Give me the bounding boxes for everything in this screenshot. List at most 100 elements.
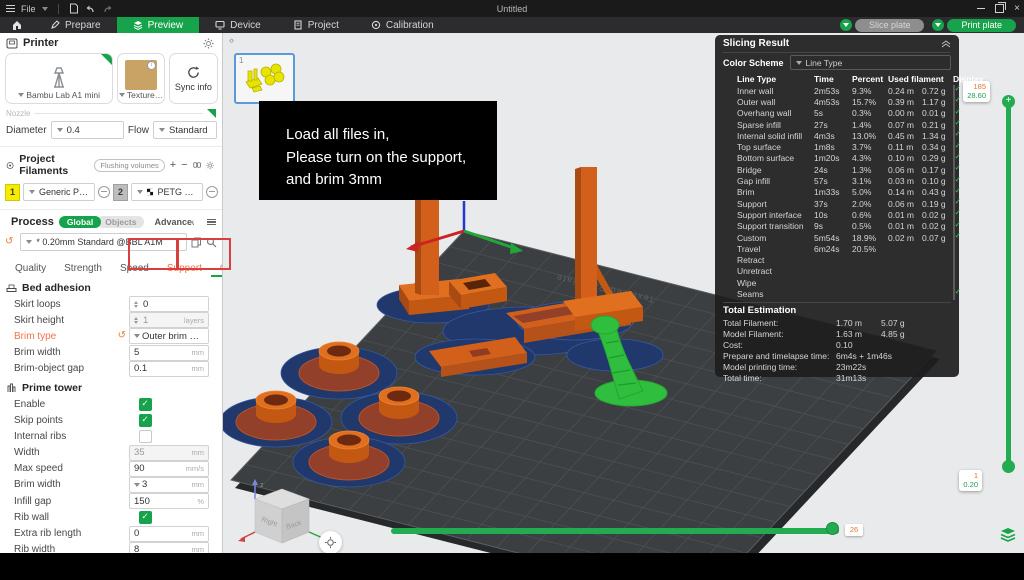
line-type-time: 4m53s — [814, 97, 852, 107]
chevron-down-icon[interactable] — [42, 7, 48, 11]
color-scheme-select[interactable]: Line Type — [790, 55, 951, 70]
spinner-icon[interactable] — [134, 301, 138, 308]
total-label: Prepare and timelapse time: — [723, 351, 836, 361]
flow-select[interactable]: Standard — [153, 121, 217, 139]
display-cell — [953, 187, 955, 197]
setting-input[interactable]: 90mm/s — [129, 461, 209, 477]
setting-input[interactable]: 150% — [129, 493, 209, 509]
move-slider-track[interactable] — [391, 528, 839, 534]
spin-up-icon[interactable] — [134, 317, 138, 320]
close-button[interactable]: × — [1014, 0, 1020, 17]
filament-2-remove-icon[interactable] — [206, 186, 218, 198]
remove-filament-button[interactable]: − — [181, 159, 187, 171]
scope-switch[interactable]: Global Objects — [59, 216, 145, 228]
tab-preview[interactable]: Preview — [117, 17, 200, 33]
plate-thumbnail[interactable]: 1 — [234, 53, 295, 104]
orientation-cube[interactable]: z Right Back y — [237, 473, 347, 551]
tab-project[interactable]: Project — [277, 17, 355, 33]
filament-2-badge[interactable]: 2 — [113, 184, 128, 201]
flushing-volumes-button[interactable]: Flushing volumes — [94, 159, 164, 172]
total-value-1: 6m4s + 1m46s — [836, 351, 881, 361]
add-filament-button[interactable]: + — [170, 159, 176, 171]
scope-objects[interactable]: Objects — [97, 216, 144, 228]
plate-list-collapse-icon[interactable]: ‹› — [229, 35, 233, 45]
setting-checkbox[interactable] — [139, 511, 152, 524]
filament-2-select[interactable]: PETG Basic — [131, 183, 203, 201]
setting-checkbox[interactable] — [139, 414, 152, 427]
line-type-label: Gap infill — [737, 176, 814, 186]
line-type-row: Bottom surface1m20s4.3%0.10 m0.29 g — [723, 153, 951, 164]
rotate-view-button[interactable] — [319, 531, 342, 553]
filament-1-badge[interactable]: 1 — [5, 184, 20, 201]
spin-down-icon[interactable] — [134, 305, 138, 308]
tab-calibration[interactable]: Calibration — [355, 17, 450, 33]
setting-spin[interactable]: 1layers — [129, 312, 209, 328]
spinner-icon[interactable] — [134, 317, 138, 324]
setting-input[interactable]: 5mm — [129, 345, 209, 361]
line-type-row: Unretract — [723, 266, 951, 277]
setting-value: 0 — [143, 299, 204, 310]
restore-button[interactable] — [995, 4, 1004, 13]
new-file-icon[interactable] — [69, 3, 79, 14]
setting-checkbox[interactable] — [139, 430, 152, 443]
info-icon[interactable]: i — [147, 61, 156, 70]
reset-icon[interactable]: ↺ — [118, 331, 126, 341]
sync-info-button[interactable]: Sync info — [169, 53, 218, 104]
minimize-button[interactable] — [977, 8, 985, 9]
print-plate-button[interactable]: Print plate — [947, 19, 1016, 32]
3d-viewport[interactable]: Textured PEI Plate — [223, 33, 1024, 553]
setting-label: Enable — [14, 399, 139, 410]
redo-icon[interactable] — [102, 4, 113, 14]
preset-modified-icon[interactable]: ↺ — [5, 237, 13, 247]
setting-select[interactable]: 3mm — [129, 477, 209, 493]
layer-slider-track[interactable] — [1006, 102, 1011, 466]
plate-type-card[interactable]: i Texture… — [117, 53, 164, 104]
filament-gear-icon[interactable] — [206, 160, 214, 171]
slice-dropdown-icon[interactable] — [840, 19, 852, 31]
process-tab-quality[interactable]: Quality — [6, 263, 55, 277]
setting-input[interactable]: 35mm — [129, 445, 209, 461]
tab-device[interactable]: Device — [199, 17, 277, 33]
setting-spin[interactable]: 0 — [129, 296, 209, 312]
spin-up-icon[interactable] — [134, 301, 138, 304]
print-dropdown-icon[interactable] — [932, 19, 944, 31]
layer-slider-bottom-handle[interactable] — [1002, 460, 1015, 473]
setting-input[interactable]: 8mm — [129, 542, 209, 553]
total-label: Model Filament: — [723, 329, 836, 339]
home-button[interactable] — [0, 17, 34, 33]
layer-slider-top-handle[interactable]: + — [1002, 95, 1015, 108]
display-checkbox[interactable] — [953, 243, 955, 255]
line-type-row: Support37s2.0%0.06 m0.19 g — [723, 198, 951, 209]
display-checkbox[interactable] — [953, 288, 955, 300]
menu-icon[interactable] — [6, 3, 15, 14]
view-list-icon[interactable] — [207, 219, 216, 226]
setting-unit: mm — [192, 545, 205, 553]
filament-1-remove-icon[interactable] — [98, 186, 110, 198]
setting-checkbox[interactable] — [139, 398, 152, 411]
setting-select[interactable]: Outer brim … — [129, 328, 209, 344]
printer-card[interactable]: Bambu Lab A1 mini — [5, 53, 113, 104]
filament-2-color-chip — [147, 188, 153, 196]
collapse-panel-icon[interactable] — [941, 40, 951, 48]
display-checkbox[interactable] — [953, 232, 955, 244]
layers-view-button[interactable] — [1000, 527, 1016, 547]
process-tab-strength[interactable]: Strength — [55, 263, 111, 277]
filament-1-select[interactable]: Generic PLA — [23, 183, 95, 201]
file-menu[interactable]: File — [21, 4, 36, 14]
line-type-label: Internal solid infill — [737, 131, 814, 141]
setting-input[interactable]: 0mm — [129, 526, 209, 542]
slice-plate-button[interactable]: Slice plate — [855, 19, 925, 32]
filament-sync-icon[interactable] — [193, 160, 201, 170]
undo-icon[interactable] — [85, 4, 96, 14]
scope-global[interactable]: Global — [59, 216, 101, 228]
puck-model[interactable] — [236, 391, 316, 440]
move-slider-handle[interactable] — [826, 522, 839, 535]
spin-down-icon[interactable] — [134, 321, 138, 324]
setting-input[interactable]: 0.1mm — [129, 361, 209, 377]
printer-gear-icon[interactable] — [203, 38, 214, 49]
line-type-length: 0.03 m — [888, 176, 922, 186]
tab-label: Preview — [148, 20, 184, 31]
tab-prepare[interactable]: Prepare — [34, 17, 117, 33]
diameter-select[interactable]: 0.4 — [51, 121, 124, 139]
display-checkbox[interactable] — [953, 265, 955, 277]
